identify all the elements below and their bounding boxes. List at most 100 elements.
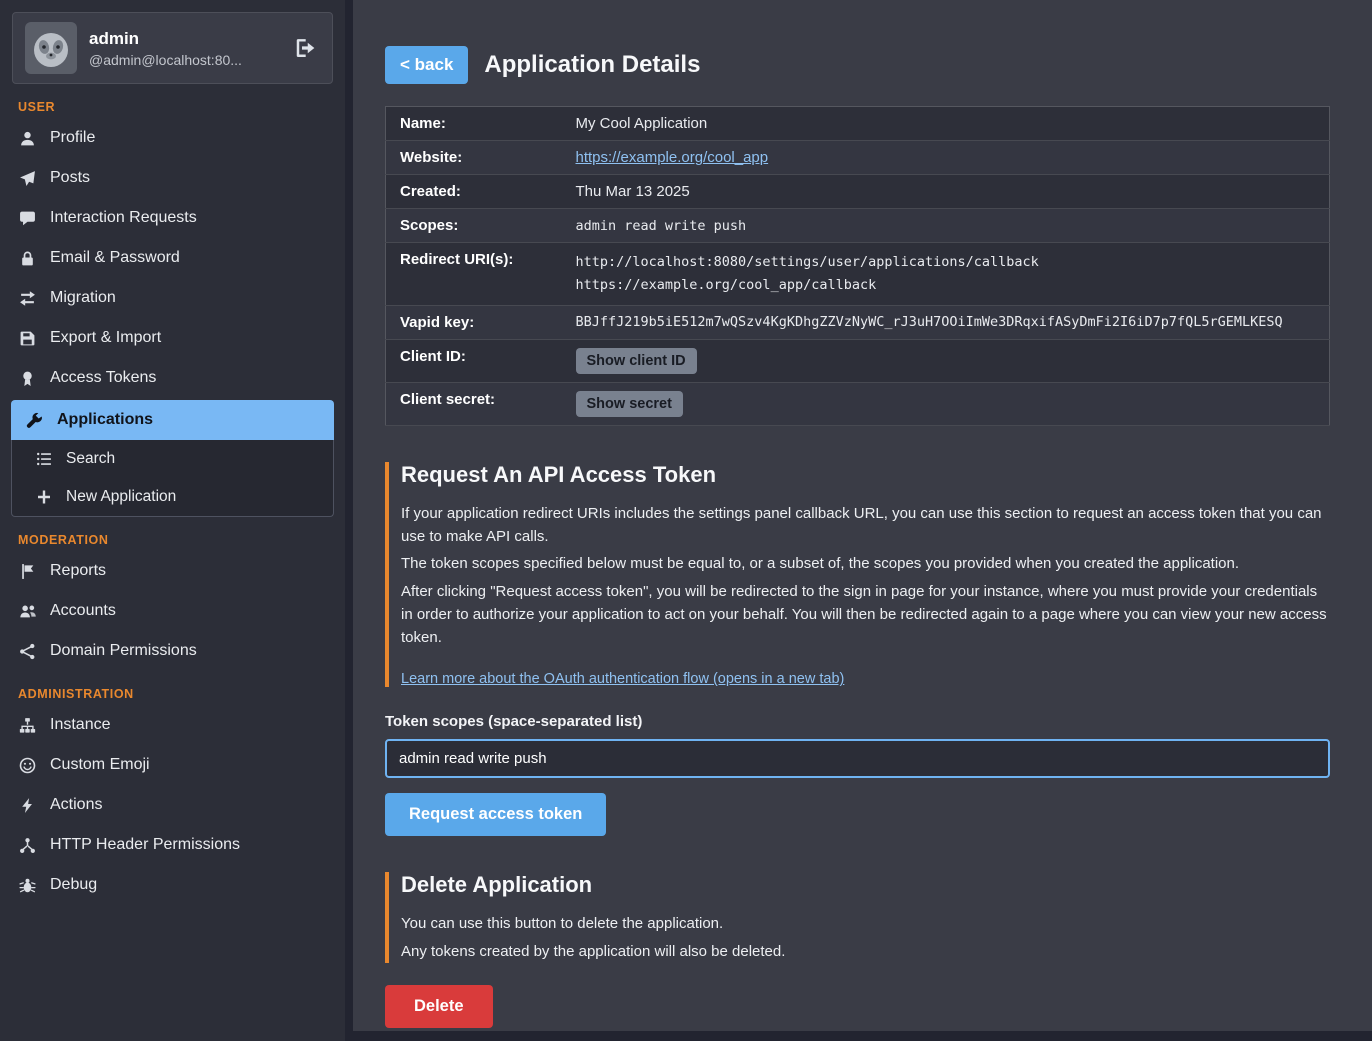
table-row-vapid-key: Vapid key: BBJffJ219b5iE512m7wQSzv4KgKDh… [386, 305, 1330, 339]
sidebar-item-profile[interactable]: Profile [0, 118, 345, 158]
sidebar-item-migration[interactable]: Migration [0, 278, 345, 318]
sidebar-item-applications[interactable]: Applications [11, 400, 334, 440]
sidebar-item-label: Email & Password [50, 249, 180, 267]
certificate-icon [18, 370, 37, 387]
sidebar-item-label: Posts [50, 169, 90, 187]
sidebar-item-label: Export & Import [50, 329, 161, 347]
sidebar-item-label: Profile [50, 129, 95, 147]
table-row-scopes: Scopes: admin read write push [386, 209, 1330, 243]
sidebar-item-export-import[interactable]: Export & Import [0, 318, 345, 358]
sitemap-icon [18, 717, 37, 734]
lock-icon [18, 250, 37, 267]
sidebar-item-domain-permissions[interactable]: Domain Permissions [0, 631, 345, 671]
plus-icon [34, 489, 53, 505]
sidebar-item-interaction-requests[interactable]: Interaction Requests [0, 198, 345, 238]
logout-icon[interactable] [290, 33, 320, 63]
sidebar-item-label: Custom Emoji [50, 756, 150, 774]
sidebar-item-label: Accounts [50, 602, 116, 620]
sidebar-item-http-header-permissions[interactable]: HTTP Header Permissions [0, 825, 345, 865]
users-icon [18, 603, 37, 620]
redirect-uri: https://example.org/cool_app/callback [576, 274, 1324, 297]
row-label: Redirect URI(s): [386, 243, 576, 306]
table-row-name: Name: My Cool Application [386, 107, 1330, 141]
table-row-created: Created: Thu Mar 13 2025 [386, 175, 1330, 209]
sidebar-item-label: HTTP Header Permissions [50, 836, 240, 854]
sidebar-item-label: Search [66, 450, 115, 468]
user-handle: @admin@localhost:80... [89, 52, 242, 68]
section-header-moderation: MODERATION [18, 533, 345, 547]
section-title: Request An API Access Token [401, 462, 1330, 488]
floppy-disk-icon [18, 330, 37, 347]
applications-group: Applications Search New Application [11, 400, 334, 517]
table-row-website: Website: https://example.org/cool_app [386, 141, 1330, 175]
sidebar-item-label: New Application [66, 488, 176, 506]
oauth-docs-link[interactable]: Learn more about the OAuth authenticatio… [401, 671, 844, 687]
list-icon [34, 451, 53, 467]
application-details-table: Name: My Cool Application Website: https… [385, 106, 1330, 426]
sidebar-item-label: Domain Permissions [50, 642, 197, 660]
page-title: Application Details [484, 51, 700, 79]
row-value: BBJffJ219b5iE512m7wQSzv4KgKDhgZZVzNyWC_r… [576, 305, 1330, 339]
app-window: admin @admin@localhost:80... USER Profil… [0, 0, 1372, 1041]
delete-application-section: Delete Application You can use this butt… [385, 872, 1330, 963]
sidebar-item-access-tokens[interactable]: Access Tokens [0, 358, 345, 398]
user-card: admin @admin@localhost:80... [12, 12, 333, 84]
token-scopes-label: Token scopes (space-separated list) [385, 713, 1330, 730]
sidebar-item-label: Reports [50, 562, 106, 580]
smiley-icon [18, 757, 37, 774]
token-scopes-input[interactable] [385, 739, 1330, 778]
section-title: Delete Application [401, 872, 1330, 898]
network-nodes-icon [18, 837, 37, 854]
share-nodes-icon [18, 643, 37, 660]
section-paragraph: The token scopes specified below must be… [401, 552, 1330, 575]
wrench-icon [25, 412, 44, 429]
sidebar-item-search[interactable]: Search [12, 440, 333, 478]
table-row-client-secret: Client secret: Show secret [386, 382, 1330, 425]
row-value: My Cool Application [576, 107, 1330, 141]
delete-button[interactable]: Delete [385, 985, 493, 1028]
sidebar-item-actions[interactable]: Actions [0, 785, 345, 825]
row-label: Website: [386, 141, 576, 175]
row-label: Client ID: [386, 339, 576, 382]
row-value: admin read write push [576, 209, 1330, 243]
section-paragraph: If your application redirect URIs includ… [401, 502, 1330, 549]
sidebar-item-label: Access Tokens [50, 369, 156, 387]
comment-icon [18, 210, 37, 227]
table-row-client-id: Client ID: Show client ID [386, 339, 1330, 382]
sidebar: admin @admin@localhost:80... USER Profil… [0, 0, 345, 1041]
sidebar-item-posts[interactable]: Posts [0, 158, 345, 198]
request-token-section: Request An API Access Token If your appl… [385, 462, 1330, 688]
sidebar-item-accounts[interactable]: Accounts [0, 591, 345, 631]
user-meta: admin @admin@localhost:80... [89, 29, 242, 68]
show-secret-button[interactable]: Show secret [576, 391, 683, 417]
applications-submenu: Search New Application [11, 440, 334, 517]
request-access-token-button[interactable]: Request access token [385, 793, 606, 836]
sidebar-item-label: Migration [50, 289, 116, 307]
sidebar-item-label: Actions [50, 796, 102, 814]
row-label: Vapid key: [386, 305, 576, 339]
redirect-uri: http://localhost:8080/settings/user/appl… [576, 251, 1324, 274]
section-paragraph: Any tokens created by the application wi… [401, 940, 1330, 963]
website-link[interactable]: https://example.org/cool_app [576, 149, 769, 166]
flag-icon [18, 563, 37, 580]
sidebar-item-label: Instance [50, 716, 110, 734]
sidebar-item-custom-emoji[interactable]: Custom Emoji [0, 745, 345, 785]
page-header: < back Application Details [385, 46, 1330, 84]
show-client-id-button[interactable]: Show client ID [576, 348, 697, 374]
row-label: Created: [386, 175, 576, 209]
back-button[interactable]: < back [385, 46, 468, 84]
section-header-user: USER [18, 100, 345, 114]
bolt-icon [18, 797, 37, 814]
sidebar-item-reports[interactable]: Reports [0, 551, 345, 591]
sidebar-item-new-application[interactable]: New Application [12, 478, 333, 516]
row-value: Thu Mar 13 2025 [576, 175, 1330, 209]
section-header-administration: ADMINISTRATION [18, 687, 345, 701]
sidebar-item-instance[interactable]: Instance [0, 705, 345, 745]
sidebar-item-debug[interactable]: Debug [0, 865, 345, 905]
row-label: Scopes: [386, 209, 576, 243]
avatar [25, 22, 77, 74]
user-icon [18, 130, 37, 147]
sidebar-item-email-password[interactable]: Email & Password [0, 238, 345, 278]
row-label: Name: [386, 107, 576, 141]
sidebar-item-label: Applications [57, 411, 153, 429]
